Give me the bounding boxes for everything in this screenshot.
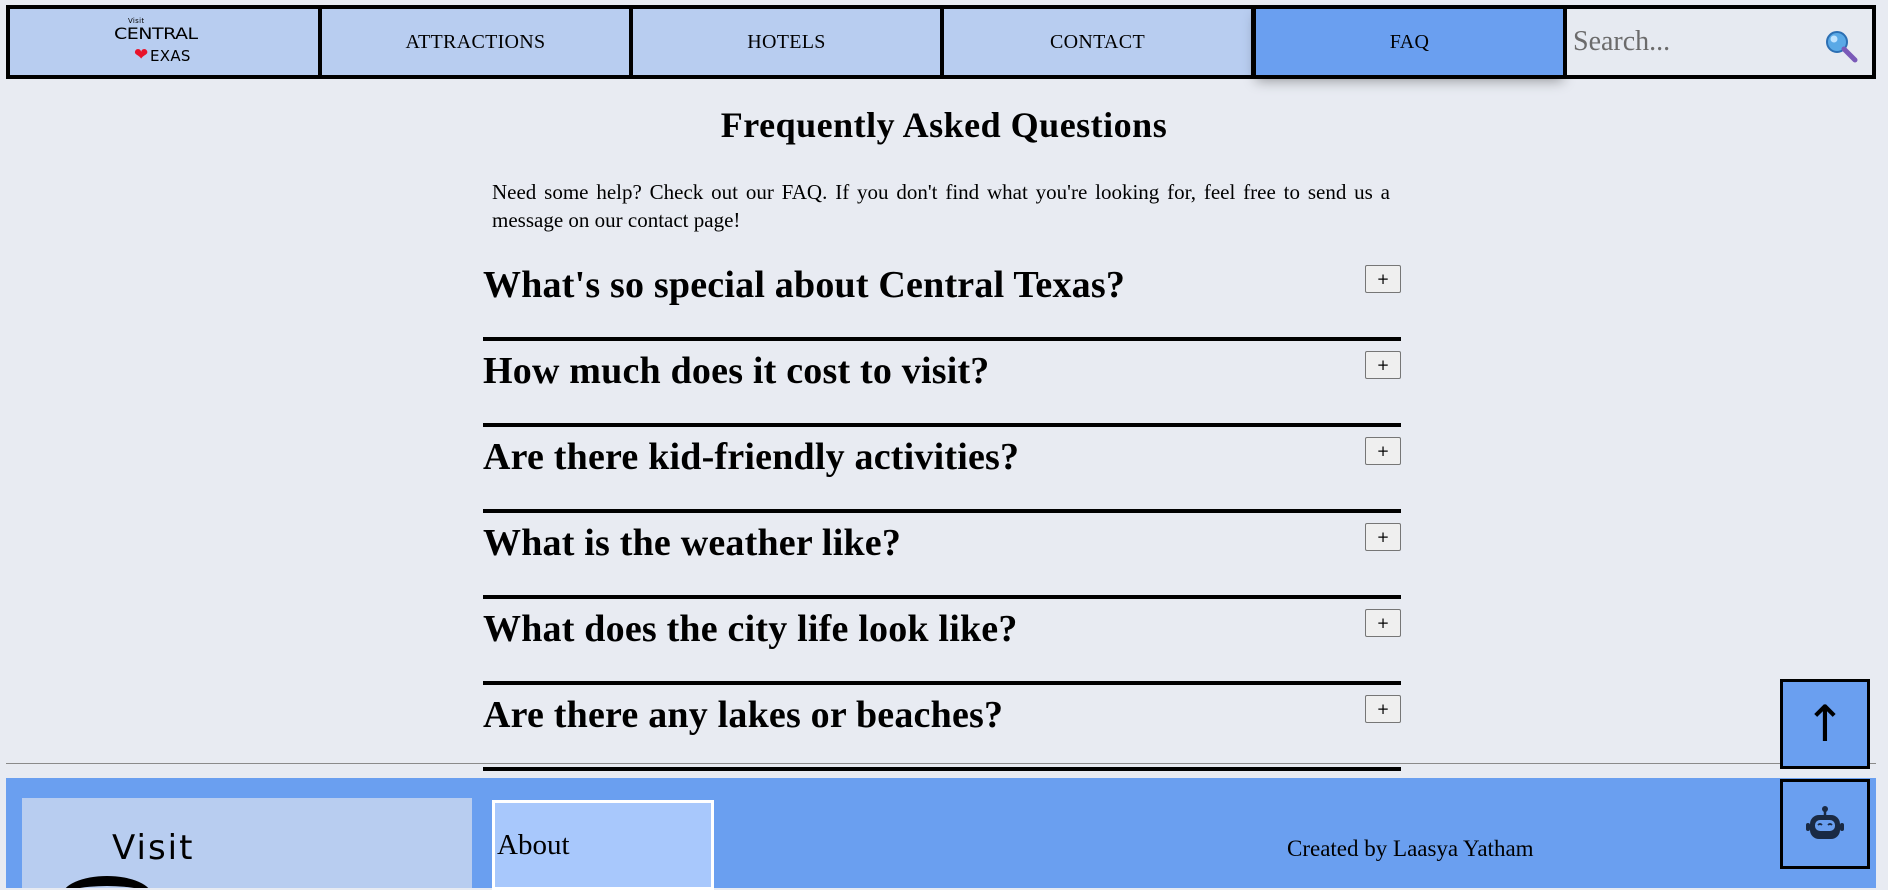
faq-expand-button[interactable]: + — [1365, 351, 1401, 379]
top-navigation: Visit CENTRAL ❤ EXAS ATTRACTIONS HOTELS … — [6, 5, 1876, 79]
faq-expand-button[interactable]: + — [1365, 523, 1401, 551]
footer: Visit About Created by Laasya Yatham — [6, 778, 1876, 890]
faq-expand-button[interactable]: + — [1365, 609, 1401, 637]
faq-intro-text: Need some help? Check out our FAQ. If yo… — [492, 180, 1390, 232]
faq-item: What's so special about Central Texas? + — [483, 255, 1401, 341]
search-bar — [1567, 9, 1872, 75]
nav-link-hotels[interactable]: HOTELS — [633, 9, 940, 75]
logo-swash-decoration — [62, 876, 152, 888]
nav-link-faq[interactable]: FAQ — [1256, 9, 1563, 75]
faq-expand-button[interactable]: + — [1365, 695, 1401, 723]
faq-question: What's so special about Central Texas? — [483, 264, 1126, 306]
heart-icon: ❤ — [134, 45, 149, 64]
chatbot-button[interactable] — [1780, 779, 1870, 869]
footer-logo-visit-text: Visit — [112, 828, 195, 868]
central-texas-logo: Visit CENTRAL ❤ EXAS — [114, 17, 214, 67]
faq-item: Are there any lakes or beaches? + — [483, 685, 1401, 771]
faq-item: What is the weather like? + — [483, 513, 1401, 599]
footer-credit-text: Created by Laasya Yatham — [1287, 836, 1534, 861]
search-input[interactable] — [1573, 26, 1803, 58]
logo-texas-text: EXAS — [150, 47, 191, 65]
footer-logo[interactable]: Visit — [22, 798, 472, 888]
faq-list: What's so special about Central Texas? +… — [483, 255, 1401, 771]
search-icon[interactable] — [1824, 29, 1858, 63]
section-divider — [6, 763, 1876, 764]
robot-icon — [1806, 806, 1844, 839]
faq-item: How much does it cost to visit? + — [483, 341, 1401, 427]
faq-item: What does the city life look like? + — [483, 599, 1401, 685]
faq-item: Are there kid-friendly activities? + — [483, 427, 1401, 513]
faq-question: Are there any lakes or beaches? — [483, 694, 1004, 736]
faq-question: What is the weather like? — [483, 522, 902, 564]
arrow-up-icon: ↑ — [1804, 695, 1846, 753]
faq-expand-button[interactable]: + — [1365, 437, 1401, 465]
nav-link-contact[interactable]: CONTACT — [944, 9, 1251, 75]
faq-question: What does the city life look like? — [483, 608, 1018, 650]
back-to-top-button[interactable]: ↑ — [1780, 679, 1870, 769]
faq-expand-button[interactable]: + — [1365, 265, 1401, 293]
page-title: Frequently Asked Questions — [720, 105, 1168, 145]
faq-question: How much does it cost to visit? — [483, 350, 990, 392]
logo-central-text: CENTRAL — [114, 24, 198, 44]
home-logo-link[interactable]: Visit CENTRAL ❤ EXAS — [10, 9, 318, 75]
faq-question: Are there kid-friendly activities? — [483, 436, 1020, 478]
nav-link-attractions[interactable]: ATTRACTIONS — [322, 9, 629, 75]
